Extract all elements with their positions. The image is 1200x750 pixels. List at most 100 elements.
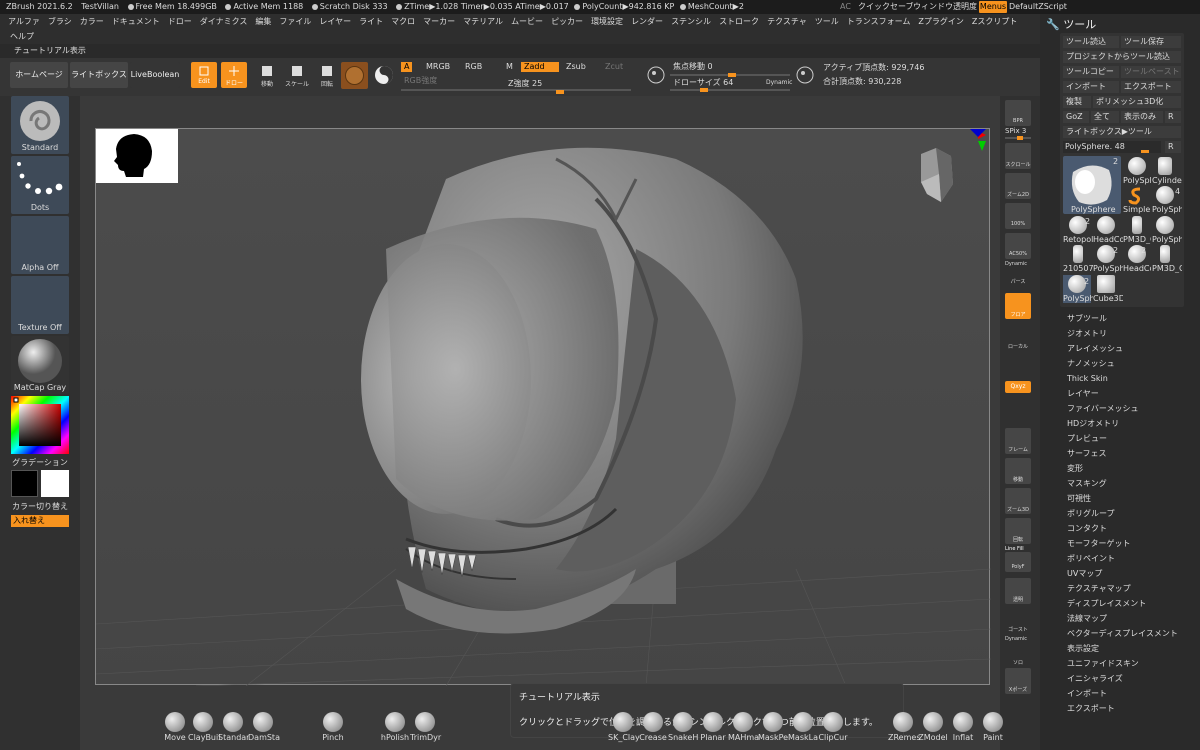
color-switch-button[interactable]: カラー切り替え (11, 501, 69, 512)
shelf-brush-button[interactable]: MaskLa (788, 712, 818, 742)
tool-paste-button[interactable]: ツールペースト (1121, 66, 1181, 78)
tool-subpalette-item[interactable]: イニシャライズ (1067, 671, 1123, 686)
tool-subpalette-item[interactable]: エクスポート (1067, 701, 1115, 716)
secondary-color-swatch[interactable] (11, 470, 38, 497)
navigator-thumbnail[interactable] (96, 129, 178, 183)
shelf-brush-button[interactable]: Move (160, 712, 190, 742)
tool-subpalette-item[interactable]: HDジオメトリ (1067, 416, 1119, 431)
edit-button[interactable]: Edit (191, 62, 217, 88)
goz-r-button[interactable]: R (1165, 111, 1181, 123)
tool-subpalette-item[interactable]: ファイバーメッシュ (1067, 401, 1139, 416)
menu-14[interactable]: ピッカー (551, 17, 583, 26)
menu-6[interactable]: 編集 (255, 17, 271, 26)
tool-export-button[interactable]: エクスポート (1121, 81, 1181, 93)
solo-button[interactable]: ソロ (1005, 641, 1031, 667)
menu-12[interactable]: マテリアル (463, 17, 503, 26)
tool-subpalette-item[interactable]: サーフェス (1067, 446, 1107, 461)
tool-subpalette-item[interactable]: インポート (1067, 686, 1107, 701)
tool-subpalette-item[interactable]: ベクターディスプレイスメント (1067, 626, 1178, 641)
tool-subpalette-item[interactable]: コンタクト (1067, 521, 1107, 536)
focal-shift-slider[interactable] (670, 73, 790, 77)
goz-button[interactable]: GoZ (1063, 111, 1089, 123)
shelf-brush-button[interactable]: ZModel (918, 712, 948, 742)
shelf-brush-button[interactable]: TrimDyr (410, 712, 441, 742)
zcut-toggle[interactable]: Zcut (602, 62, 626, 72)
current-tool-slider[interactable]: PolySphere. 48 (1063, 141, 1161, 153)
tool-subpalette-item[interactable]: レイヤー (1067, 386, 1099, 401)
color-picker[interactable] (11, 396, 69, 454)
frame-button[interactable]: フレーム (1005, 428, 1031, 454)
skull-model[interactable] (296, 139, 856, 644)
menu-22[interactable]: Zプラグイン (918, 17, 963, 26)
menus-button[interactable]: Menus (979, 1, 1007, 13)
move-view-button[interactable]: 移動 (1005, 458, 1031, 484)
xpose-button[interactable]: Xポーズ (1005, 668, 1031, 694)
tool-subpalette-item[interactable]: UVマップ (1067, 566, 1102, 581)
persp-button[interactable]: パース (1005, 266, 1031, 286)
tool-subpalette-item[interactable]: ポリペイント (1067, 551, 1115, 566)
material-swatch[interactable] (341, 62, 368, 89)
liveboolean-button[interactable]: LiveBoolean (130, 62, 180, 88)
make-polymesh3d-button[interactable]: ポリメッシュ3D化 (1093, 96, 1181, 108)
a-toggle[interactable]: A (401, 62, 413, 72)
rotate-view-button[interactable]: 回転 (1005, 518, 1031, 544)
draw-button[interactable]: ドロー (221, 62, 247, 88)
primary-color-swatch[interactable] (41, 470, 69, 497)
menu-8[interactable]: レイヤー (319, 17, 351, 26)
shelf-brush-button[interactable]: Planar (698, 712, 728, 742)
shelf-brush-button[interactable]: Standar (218, 712, 249, 742)
menu-0[interactable]: アルファ (8, 17, 40, 26)
tool-subpalette-item[interactable]: ユニファイドスキン (1067, 656, 1139, 671)
z-intensity-slider[interactable] (401, 90, 631, 94)
tool-subpalette-item[interactable]: モーフターゲット (1067, 536, 1131, 551)
scale-mode-button[interactable]: スケール (285, 62, 309, 88)
polyf-button[interactable]: PolyF (1005, 552, 1031, 572)
swap-button[interactable]: 入れ替え (11, 515, 69, 527)
shelf-brush-button[interactable]: ZRemes (888, 712, 920, 742)
shelf-brush-button[interactable]: Crease (638, 712, 668, 742)
local-button[interactable]: ローカル (1005, 325, 1031, 351)
window-transparency-button[interactable]: ウィンドウ透明度 (913, 0, 977, 14)
menu-17[interactable]: ステンシル (671, 17, 711, 26)
menu-2[interactable]: カラー (80, 17, 104, 26)
shelf-brush-button[interactable]: ClipCur (818, 712, 848, 742)
shelf-brush-button[interactable]: Paint (978, 712, 1008, 742)
lightbox-tool-button[interactable]: ライトボックス▶ツール (1063, 126, 1181, 138)
shelf-brush-button[interactable]: ClayBuil (188, 712, 220, 742)
goz-all-button[interactable]: 全て (1091, 111, 1119, 123)
tool-subpalette-item[interactable]: ナノメッシュ (1067, 356, 1115, 371)
tool-load-button[interactable]: ツール読込 (1063, 36, 1119, 48)
gradient-sphere-button[interactable] (373, 64, 395, 86)
mrgb-toggle[interactable]: MRGB (423, 62, 453, 72)
zsub-toggle[interactable]: Zsub (563, 62, 589, 72)
tool-subpalette-item[interactable]: アレイメッシュ (1067, 341, 1123, 356)
homepage-button[interactable]: ホームページ (10, 62, 68, 88)
floor-button[interactable]: フロア (1005, 293, 1031, 319)
tool-subpalette-item[interactable]: 表示設定 (1067, 641, 1099, 656)
menu-4[interactable]: ドロー (168, 17, 192, 26)
tool-load-from-project-button[interactable]: プロジェクトからツール読込 (1063, 51, 1181, 63)
menu-20[interactable]: ツール (815, 17, 839, 26)
ac50-button[interactable]: AC50% (1005, 233, 1031, 259)
menu-11[interactable]: マーカー (423, 17, 455, 26)
rotate-mode-button[interactable]: 回転 (315, 62, 339, 88)
tool-subpalette-item[interactable]: Thick Skin (1067, 371, 1108, 386)
zoom3d-button[interactable]: ズーム3D (1005, 488, 1031, 514)
tool-subpalette-item[interactable]: サブツール (1067, 311, 1107, 326)
m-toggle[interactable]: M (503, 62, 516, 72)
tool-import-button[interactable]: インポート (1063, 81, 1119, 93)
menu-18[interactable]: ストローク (719, 17, 759, 26)
tool-copy-button[interactable]: ツールコピー (1063, 66, 1119, 78)
dynamic-toggle[interactable]: Dynamic (763, 78, 795, 88)
spix-slider[interactable] (1005, 136, 1031, 140)
tool-subpalette-item[interactable]: 法線マップ (1067, 611, 1107, 626)
ghost-button[interactable]: ゴースト (1005, 608, 1031, 634)
shelf-brush-button[interactable]: DamSta (248, 712, 280, 742)
shelf-brush-button[interactable]: Inflat (948, 712, 978, 742)
menu-5[interactable]: ダイナミクス (200, 17, 248, 26)
menu-23[interactable]: Zスクリプト (972, 17, 1017, 26)
menu-1[interactable]: ブラシ (48, 17, 72, 26)
tool-r-button[interactable]: R (1165, 141, 1181, 153)
drawsize-slider[interactable] (670, 88, 790, 92)
shelf-brush-button[interactable]: SnakeH (668, 712, 698, 742)
